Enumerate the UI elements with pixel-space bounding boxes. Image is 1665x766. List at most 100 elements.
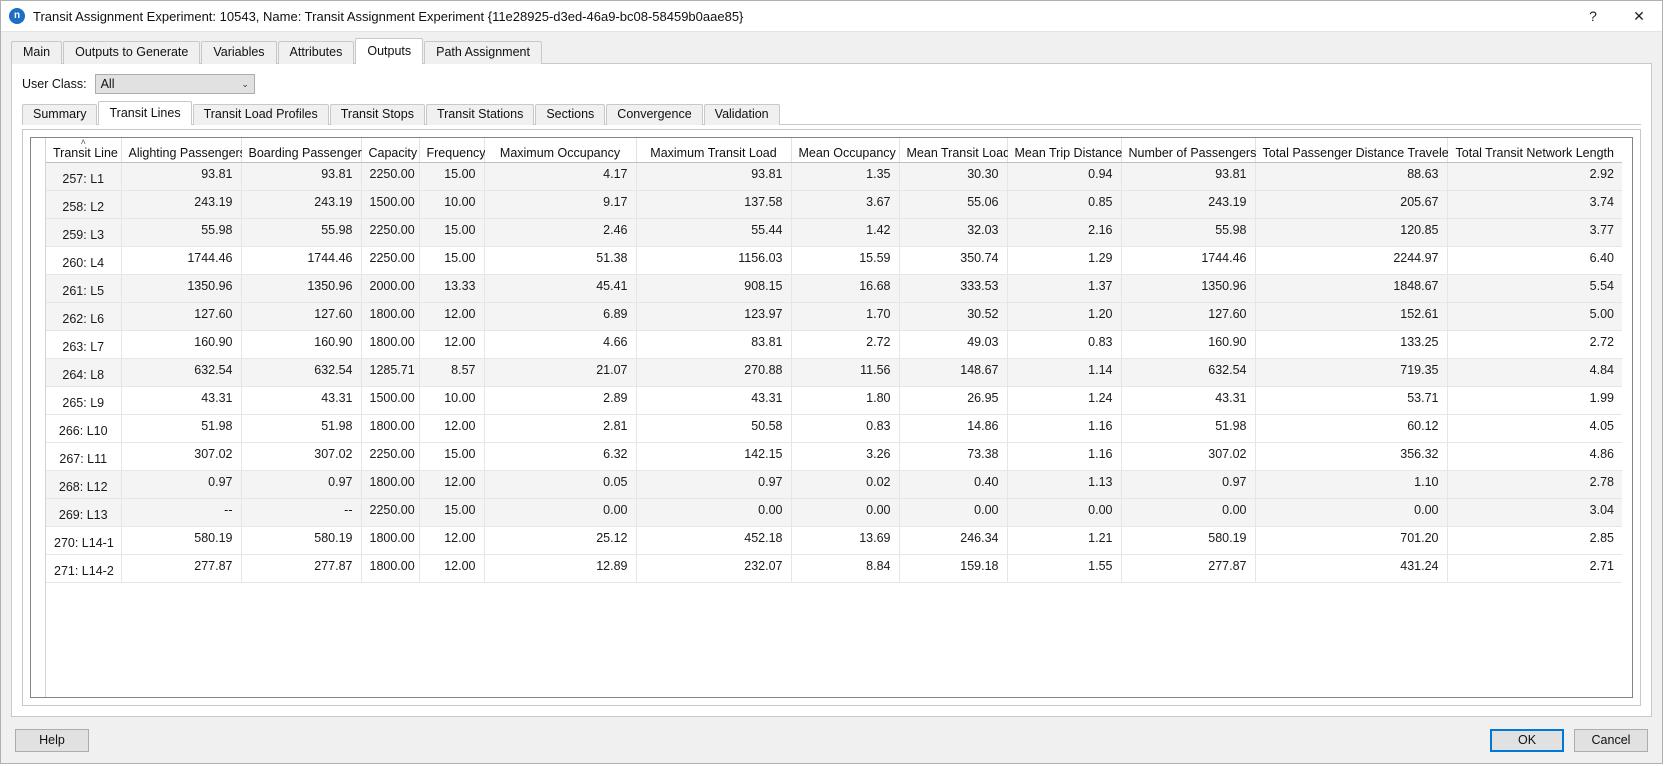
cell-value: 1.35 [791,163,899,191]
column-header-label: Transit Line [53,146,118,160]
table-row[interactable]: 260: L41744.461744.462250.0015.0051.3811… [46,247,1622,275]
cell-value: 1.42 [791,219,899,247]
cell-value: 4.05 [1447,415,1622,443]
cell-value: 25.12 [484,527,636,555]
cell-value: 15.00 [419,443,484,471]
cell-transit-line: 260: L4 [46,247,121,275]
cell-value: 243.19 [1121,191,1255,219]
cell-value: 908.15 [636,275,791,303]
table-row[interactable]: 264: L8632.54632.541285.718.5721.07270.8… [46,359,1622,387]
column-header-transit-line[interactable]: ˄ Transit Line [46,138,121,163]
cell-transit-line: 262: L6 [46,303,121,331]
cell-value: 205.67 [1255,191,1447,219]
user-class-select[interactable]: All ⌄ [95,74,255,94]
column-header-capacity[interactable]: Capacity [361,138,419,163]
table-row[interactable]: 271: L14-2277.87277.871800.0012.0012.892… [46,555,1622,583]
tab-path-assignment[interactable]: Path Assignment [424,41,542,64]
subtab-summary[interactable]: Summary [22,104,97,125]
cell-value: 277.87 [1121,555,1255,583]
cell-value: 1156.03 [636,247,791,275]
cell-value: 277.87 [241,555,361,583]
column-header-alighting-passengers[interactable]: Alighting Passengers [121,138,241,163]
cell-transit-line: 258: L2 [46,191,121,219]
cell-value: 0.97 [636,471,791,499]
cell-value: 0.97 [241,471,361,499]
table-scroll-area[interactable]: ˄ Transit Line Alighting Passengers Boar… [31,138,1632,697]
tab-outputs[interactable]: Outputs [355,38,423,64]
cell-value: 2244.97 [1255,247,1447,275]
subtab-convergence[interactable]: Convergence [606,104,702,125]
cell-value: 1350.96 [241,275,361,303]
column-header-mean-transit-load[interactable]: Mean Transit Load [899,138,1007,163]
table-row[interactable]: 257: L193.8193.812250.0015.004.1793.811.… [46,163,1622,191]
table-row[interactable]: 266: L1051.9851.981800.0012.002.8150.580… [46,415,1622,443]
table-row[interactable]: 263: L7160.90160.901800.0012.004.6683.81… [46,331,1622,359]
subtab-transit-lines[interactable]: Transit Lines [98,101,191,125]
help-icon[interactable]: ? [1570,1,1616,31]
subtab-transit-load-profiles[interactable]: Transit Load Profiles [193,104,329,125]
tab-attributes[interactable]: Attributes [278,41,355,64]
cell-value: 1.13 [1007,471,1121,499]
cell-value: 2.16 [1007,219,1121,247]
table-row[interactable]: 269: L13----2250.0015.000.000.000.000.00… [46,499,1622,527]
cell-value: 1500.00 [361,191,419,219]
table-row[interactable]: 259: L355.9855.982250.0015.002.4655.441.… [46,219,1622,247]
column-header-total-transit-network-length[interactable]: Total Transit Network Length [1447,138,1622,163]
cell-value: 580.19 [1121,527,1255,555]
cell-value: 307.02 [121,443,241,471]
cancel-button[interactable]: Cancel [1574,729,1648,752]
table-row[interactable]: 262: L6127.60127.601800.0012.006.89123.9… [46,303,1622,331]
tab-variables[interactable]: Variables [201,41,276,64]
cell-value: 2250.00 [361,443,419,471]
cell-value: 51.98 [1121,415,1255,443]
cell-value: 12.00 [419,415,484,443]
cell-value: 580.19 [121,527,241,555]
cell-value: 270.88 [636,359,791,387]
column-header-maximum-occupancy[interactable]: Maximum Occupancy [484,138,636,163]
subtab-transit-stations[interactable]: Transit Stations [426,104,534,125]
cell-value: 1350.96 [1121,275,1255,303]
subtab-transit-stops[interactable]: Transit Stops [330,104,425,125]
column-header-total-passenger-distance-traveled[interactable]: Total Passenger Distance Traveled [1255,138,1447,163]
help-button[interactable]: Help [15,729,89,752]
ok-button[interactable]: OK [1490,729,1564,752]
subtab-validation[interactable]: Validation [704,104,780,125]
table-row[interactable]: 268: L120.970.971800.0012.000.050.970.02… [46,471,1622,499]
cell-value: 1744.46 [1121,247,1255,275]
table-row[interactable]: 267: L11307.02307.022250.0015.006.32142.… [46,443,1622,471]
tab-outputs-to-generate[interactable]: Outputs to Generate [63,41,200,64]
cell-value: 1.14 [1007,359,1121,387]
column-header-mean-trip-distance[interactable]: Mean Trip Distance [1007,138,1121,163]
column-header-maximum-transit-load[interactable]: Maximum Transit Load [636,138,791,163]
transit-lines-table: ˄ Transit Line Alighting Passengers Boar… [46,138,1622,583]
tab-main[interactable]: Main [11,41,62,64]
cell-value: 53.71 [1255,387,1447,415]
table-row[interactable]: 258: L2243.19243.191500.0010.009.17137.5… [46,191,1622,219]
cell-value: 93.81 [241,163,361,191]
cell-value: 6.40 [1447,247,1622,275]
column-header-number-of-passengers[interactable]: Number of Passengers [1121,138,1255,163]
cell-value: 13.69 [791,527,899,555]
column-header-boarding-passengers[interactable]: Boarding Passengers [241,138,361,163]
cell-value: 2000.00 [361,275,419,303]
cell-value: 232.07 [636,555,791,583]
cell-value: 1.37 [1007,275,1121,303]
cell-value: 12.00 [419,331,484,359]
cell-value: 93.81 [121,163,241,191]
table-row[interactable]: 261: L51350.961350.962000.0013.3345.4190… [46,275,1622,303]
cell-value: 243.19 [241,191,361,219]
subtab-sections[interactable]: Sections [535,104,605,125]
cell-transit-line: 257: L1 [46,163,121,191]
cell-value: 49.03 [899,331,1007,359]
column-header-mean-occupancy[interactable]: Mean Occupancy [791,138,899,163]
cell-value: 6.89 [484,303,636,331]
cell-value: 2.92 [1447,163,1622,191]
cell-value: 0.00 [636,499,791,527]
column-header-frequency[interactable]: Frequency [419,138,484,163]
close-icon[interactable]: ✕ [1616,1,1662,31]
table-row[interactable]: 265: L943.3143.311500.0010.002.8943.311.… [46,387,1622,415]
cell-value: 55.06 [899,191,1007,219]
table-row[interactable]: 270: L14-1580.19580.191800.0012.0025.124… [46,527,1622,555]
cell-value: 1800.00 [361,415,419,443]
cell-value: 15.00 [419,219,484,247]
